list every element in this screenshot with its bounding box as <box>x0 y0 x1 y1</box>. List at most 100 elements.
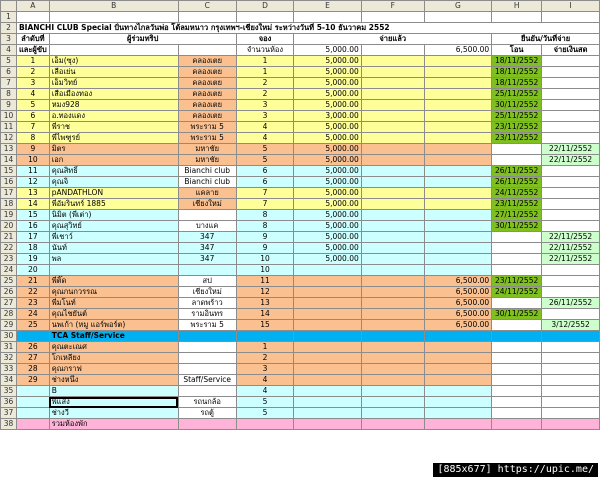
row-header[interactable]: 24 <box>0 264 17 276</box>
cell-e[interactable]: 5,000.00 <box>293 176 362 188</box>
cell-h[interactable] <box>491 231 543 243</box>
cell-i[interactable] <box>541 418 600 430</box>
cell-c[interactable]: รถนกล้อ <box>177 396 237 408</box>
row-header[interactable]: 3 <box>0 33 17 45</box>
cell-f[interactable] <box>360 143 425 155</box>
cell-d[interactable]: 15 <box>235 319 295 331</box>
row-header[interactable]: 28 <box>0 308 17 320</box>
cell-d[interactable] <box>235 418 295 430</box>
row-header[interactable]: 31 <box>0 341 17 353</box>
cell-b[interactable]: ช่างหนึ่ง <box>48 374 179 386</box>
cell-f[interactable] <box>360 407 425 419</box>
cell[interactable] <box>360 44 425 56</box>
cell[interactable] <box>293 11 362 23</box>
cell-g[interactable] <box>423 121 493 133</box>
cell-b[interactable]: นิมิต (พี่เต่า) <box>48 209 179 221</box>
cell-e[interactable]: 5,000.00 <box>293 220 362 232</box>
cell-i[interactable] <box>541 176 600 188</box>
cell-h[interactable]: 23/11/2552 <box>491 275 543 287</box>
cell-c[interactable]: เชียงใหม่ <box>177 286 237 298</box>
cell-i[interactable] <box>541 198 600 210</box>
row-header[interactable]: 21 <box>0 231 17 243</box>
cell-a[interactable] <box>15 396 50 408</box>
cell-h[interactable] <box>491 330 543 342</box>
cell-g[interactable] <box>423 418 493 430</box>
cell-c[interactable]: ลาดพร้าว <box>177 297 237 309</box>
row-header[interactable]: 13 <box>0 143 17 155</box>
select-all-corner[interactable] <box>0 0 17 12</box>
cell-b[interactable]: คุณสุวิทย์ <box>48 220 179 232</box>
cell-e[interactable] <box>293 396 362 408</box>
cell-f[interactable] <box>360 341 425 353</box>
cell-c[interactable]: Bianchi club <box>177 176 237 188</box>
cell-e[interactable] <box>293 418 362 430</box>
cell-a[interactable] <box>15 330 50 342</box>
cell-g[interactable] <box>423 143 493 155</box>
cell-i[interactable]: 22/11/2552 <box>541 154 600 166</box>
cell-g[interactable] <box>423 176 493 188</box>
cell-g[interactable] <box>423 231 493 243</box>
cell-a[interactable]: 20 <box>15 264 50 276</box>
cell-b[interactable]: พี่เชาว์ <box>48 231 179 243</box>
cell-f[interactable] <box>360 187 425 199</box>
cell-f[interactable] <box>360 275 425 287</box>
cell-a[interactable]: 12 <box>15 176 50 188</box>
row-header[interactable]: 38 <box>0 418 17 430</box>
cell-g[interactable] <box>423 385 493 397</box>
cell-h[interactable] <box>491 297 543 309</box>
cell-d[interactable]: 14 <box>235 308 295 320</box>
cell-e[interactable]: 3,000.00 <box>293 110 362 122</box>
cell[interactable] <box>235 11 295 23</box>
cell-g[interactable] <box>423 154 493 166</box>
cell-h[interactable] <box>491 143 543 155</box>
header-paid[interactable]: จ่ายแล้ว <box>293 33 493 45</box>
cell-d[interactable]: 5 <box>235 396 295 408</box>
cell-h[interactable]: 26/11/2552 <box>491 176 543 188</box>
cell-h[interactable] <box>491 363 543 375</box>
column-header[interactable]: G <box>423 0 493 12</box>
cell-g[interactable] <box>423 363 493 375</box>
header-participant[interactable]: ผู้ร่วมทริป <box>48 33 237 45</box>
cell-e[interactable] <box>293 407 362 419</box>
header-balance[interactable]: 6,500.00 <box>423 44 493 56</box>
row-header[interactable]: 10 <box>0 110 17 122</box>
cell-a[interactable]: 28 <box>15 363 50 375</box>
cell-a[interactable]: 21 <box>15 275 50 287</box>
row-header[interactable]: 9 <box>0 99 17 111</box>
cell-i[interactable] <box>541 374 600 386</box>
cell-f[interactable] <box>360 264 425 276</box>
cell-b[interactable]: คุณกนกวรรณ <box>48 286 179 298</box>
cell-c[interactable]: คลองเตย <box>177 77 237 89</box>
cell-b[interactable]: คุณไชยันต์ <box>48 308 179 320</box>
cell-i[interactable] <box>541 385 600 397</box>
cell-e[interactable]: 5,000.00 <box>293 55 362 67</box>
row-header[interactable]: 29 <box>0 319 17 331</box>
cell-b[interactable]: คุณตะเณศ <box>48 341 179 353</box>
cell-f[interactable] <box>360 99 425 111</box>
cell-i[interactable] <box>541 396 600 408</box>
cell-f[interactable] <box>360 220 425 232</box>
cell-i[interactable] <box>541 55 600 67</box>
cell-h[interactable]: 25/11/2552 <box>491 88 543 100</box>
cell-b[interactable]: พี่ติ๊ด <box>48 275 179 287</box>
cell-e[interactable] <box>293 352 362 364</box>
cell-e[interactable]: 5,000.00 <box>293 198 362 210</box>
cell-d[interactable]: 3 <box>235 99 295 111</box>
cell-f[interactable] <box>360 231 425 243</box>
column-header[interactable]: B <box>48 0 179 12</box>
cell-a[interactable]: 19 <box>15 253 50 265</box>
header-booking[interactable]: จอง <box>235 33 295 45</box>
cell-b[interactable]: นพเก้า (หมู แอร์พอร์ต) <box>48 319 179 331</box>
cell-a[interactable]: 10 <box>15 154 50 166</box>
cell-d[interactable]: 5 <box>235 407 295 419</box>
cell-d[interactable]: 6 <box>235 165 295 177</box>
cell-d[interactable]: 9 <box>235 231 295 243</box>
cell-f[interactable] <box>360 286 425 298</box>
cell-f[interactable] <box>360 66 425 78</box>
cell-d[interactable]: 1 <box>235 66 295 78</box>
cell-h[interactable]: 23/11/2552 <box>491 198 543 210</box>
cell-a[interactable]: 26 <box>15 341 50 353</box>
cell-g[interactable]: 6,500.00 <box>423 308 493 320</box>
cell-a[interactable]: 24 <box>15 308 50 320</box>
cell-f[interactable] <box>360 88 425 100</box>
